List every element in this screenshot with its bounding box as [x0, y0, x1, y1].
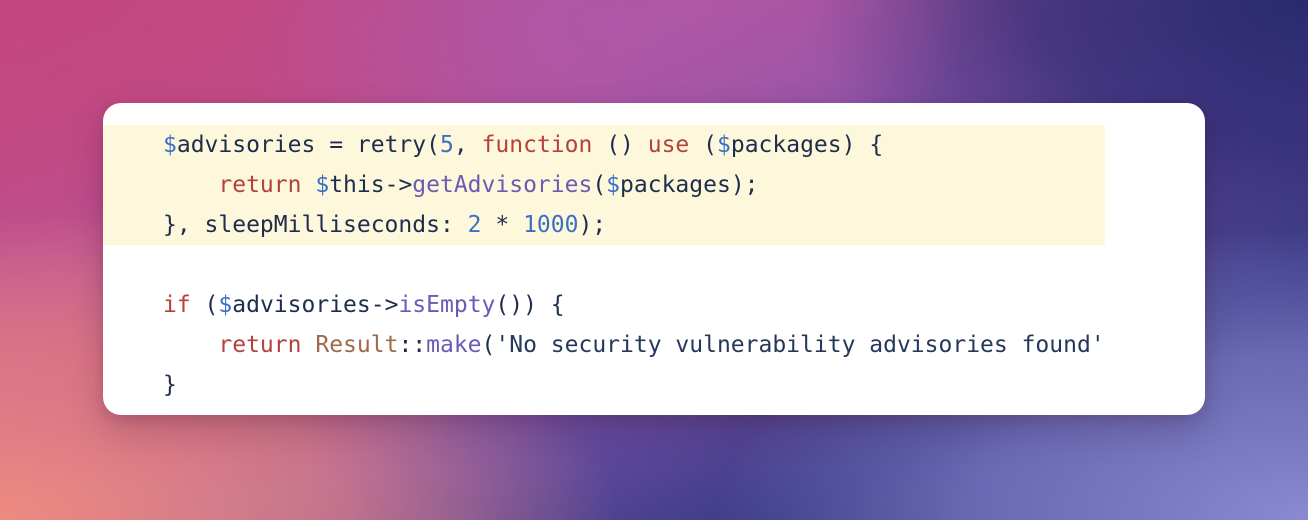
code-token-punct: ,	[453, 132, 482, 158]
code-token-class: Result	[315, 332, 399, 358]
code-token-punct: *	[481, 212, 524, 238]
code-line: return $this->getAdvisories($packages);	[103, 165, 1105, 205]
code-token-punct: (	[592, 172, 607, 198]
code-token-var: $	[716, 132, 731, 158]
code-token-kw: use	[647, 132, 690, 158]
code-token-punct: ->	[384, 172, 413, 198]
code-viewport: $advisories = retry(5, function () use (…	[103, 103, 1205, 415]
code-token-fn: getAdvisories	[412, 172, 593, 198]
code-token-fn: isEmpty	[398, 292, 496, 318]
code-token-punct: =	[315, 132, 357, 158]
code-token-punct: );	[730, 172, 759, 198]
code-token-name: packages	[730, 132, 842, 158]
code-token-punct: ()	[592, 132, 648, 158]
code-line: }, sleepMilliseconds: 2 * 1000);	[103, 205, 1105, 245]
code-token-kw: function	[481, 132, 593, 158]
code-token-kw: if	[163, 292, 191, 318]
code-token-num: 5	[440, 132, 454, 158]
code-line: $advisories = retry(5, function () use (…	[103, 125, 1105, 165]
code-token-var: $	[315, 172, 330, 198]
code-token-punct: ()) {	[495, 292, 565, 318]
code-token-kw: return	[218, 332, 302, 358]
code-snippet-card: $advisories = retry(5, function () use (…	[103, 103, 1205, 415]
code-token-name: packages	[620, 172, 731, 198]
code-token-punct: ->	[370, 292, 399, 318]
code-block[interactable]: $advisories = retry(5, function () use (…	[103, 125, 1105, 405]
code-token-punct: );	[578, 212, 607, 238]
code-token-plain: sleepMilliseconds	[204, 212, 440, 238]
code-token-punct: (	[426, 132, 440, 158]
code-token-punct: ::	[398, 332, 427, 358]
code-line: }	[103, 365, 1105, 405]
code-token-num: 1000	[523, 212, 579, 238]
code-token-punct: (	[689, 132, 717, 158]
code-token-kw: return	[218, 172, 302, 198]
code-token-punct: (	[481, 332, 496, 358]
code-token-var: $	[218, 292, 233, 318]
code-token-name: advisories	[176, 132, 316, 158]
code-token-fn: make	[426, 332, 482, 358]
code-token-punct: (	[190, 292, 219, 318]
screenshot-stage: $advisories = retry(5, function () use (…	[0, 0, 1308, 520]
code-token-str: 'No security vulnerability advisories fo…	[495, 332, 1105, 358]
code-token-var: $	[606, 172, 621, 198]
code-token-punct: ) {	[841, 132, 884, 158]
code-token-punct: }	[163, 372, 177, 398]
code-token-num: 2	[467, 212, 482, 238]
code-token-punct: },	[163, 212, 205, 238]
code-line: return Result::make('No security vulnera…	[103, 325, 1105, 365]
code-token-plain: retry	[356, 132, 427, 158]
code-token-punct: :	[439, 212, 468, 238]
code-line: if ($advisories->isEmpty()) {	[103, 285, 1105, 325]
code-token-name: this	[329, 172, 385, 198]
code-token-var: $	[163, 132, 177, 158]
code-token-name: advisories	[232, 292, 371, 318]
